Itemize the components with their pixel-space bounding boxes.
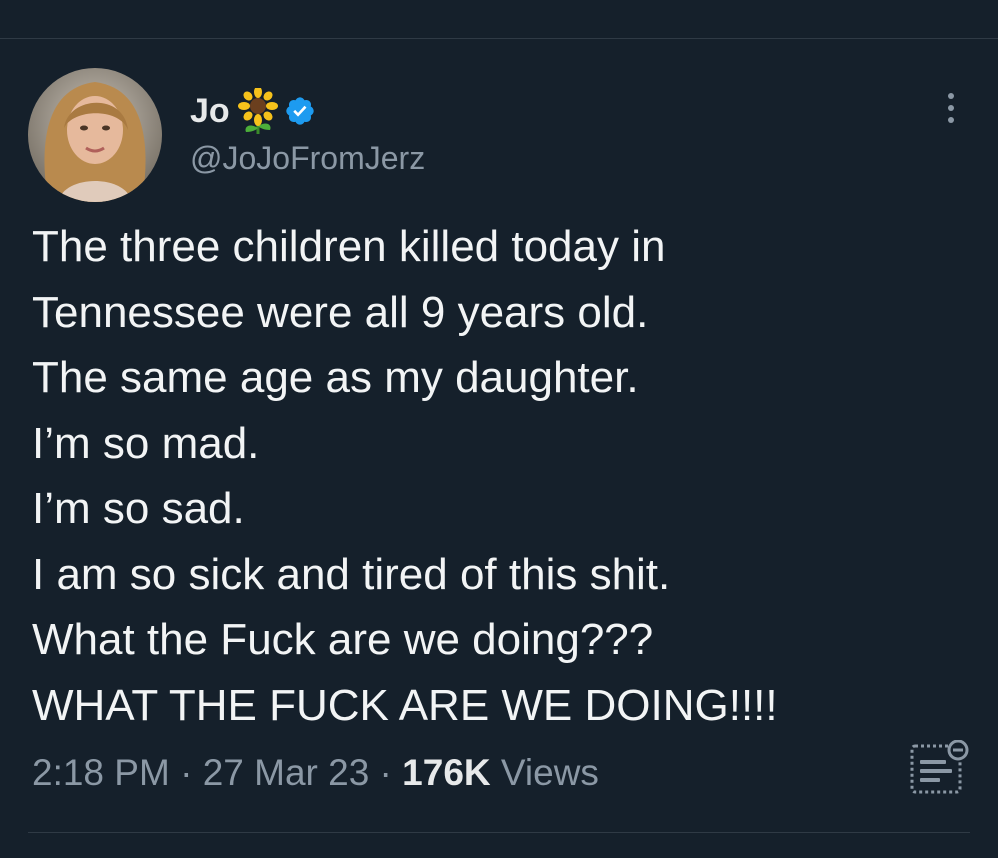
avatar-image xyxy=(28,68,162,202)
tweet-line: I am so sick and tired of this shit. xyxy=(32,549,671,599)
verified-badge-icon[interactable] xyxy=(284,95,316,127)
display-name[interactable]: Jo xyxy=(190,94,230,128)
tweet-line: The three children killed today in xyxy=(32,222,666,271)
analytics-icon[interactable] xyxy=(906,739,972,798)
tweet-meta: 2:18 PM · 27 Mar 23 · 176K Views xyxy=(32,752,599,794)
tweet-line: WHAT THE FUCK ARE WE DOING!!!! xyxy=(32,680,778,730)
tweet-line: I’m so sad. xyxy=(32,484,245,533)
views-label: Views xyxy=(490,752,599,793)
tweet-line: Tennessee were all 9 years old. xyxy=(32,287,649,337)
meta-separator: · xyxy=(169,752,203,793)
avatar[interactable] xyxy=(28,68,162,202)
tweet-line: What the Fuck are we doing??? xyxy=(32,615,654,664)
more-options-icon[interactable] xyxy=(936,88,966,128)
tweet-time[interactable]: 2:18 PM xyxy=(32,752,170,793)
views-count: 176K xyxy=(402,752,491,793)
tweet-date[interactable]: 27 Mar 23 xyxy=(203,752,370,793)
top-divider xyxy=(0,38,998,39)
sunflower-icon xyxy=(237,86,278,134)
tweet-text: The three children killed today in Tenne… xyxy=(32,214,952,738)
tweet-line: The same age as my daughter. xyxy=(32,353,639,402)
tweet-line: I’m so mad. xyxy=(32,418,260,468)
meta-separator: · xyxy=(369,752,403,793)
bottom-divider xyxy=(28,832,970,833)
display-name-row: Jo xyxy=(190,86,316,136)
author-handle[interactable]: @JoJoFromJerz xyxy=(190,140,425,177)
